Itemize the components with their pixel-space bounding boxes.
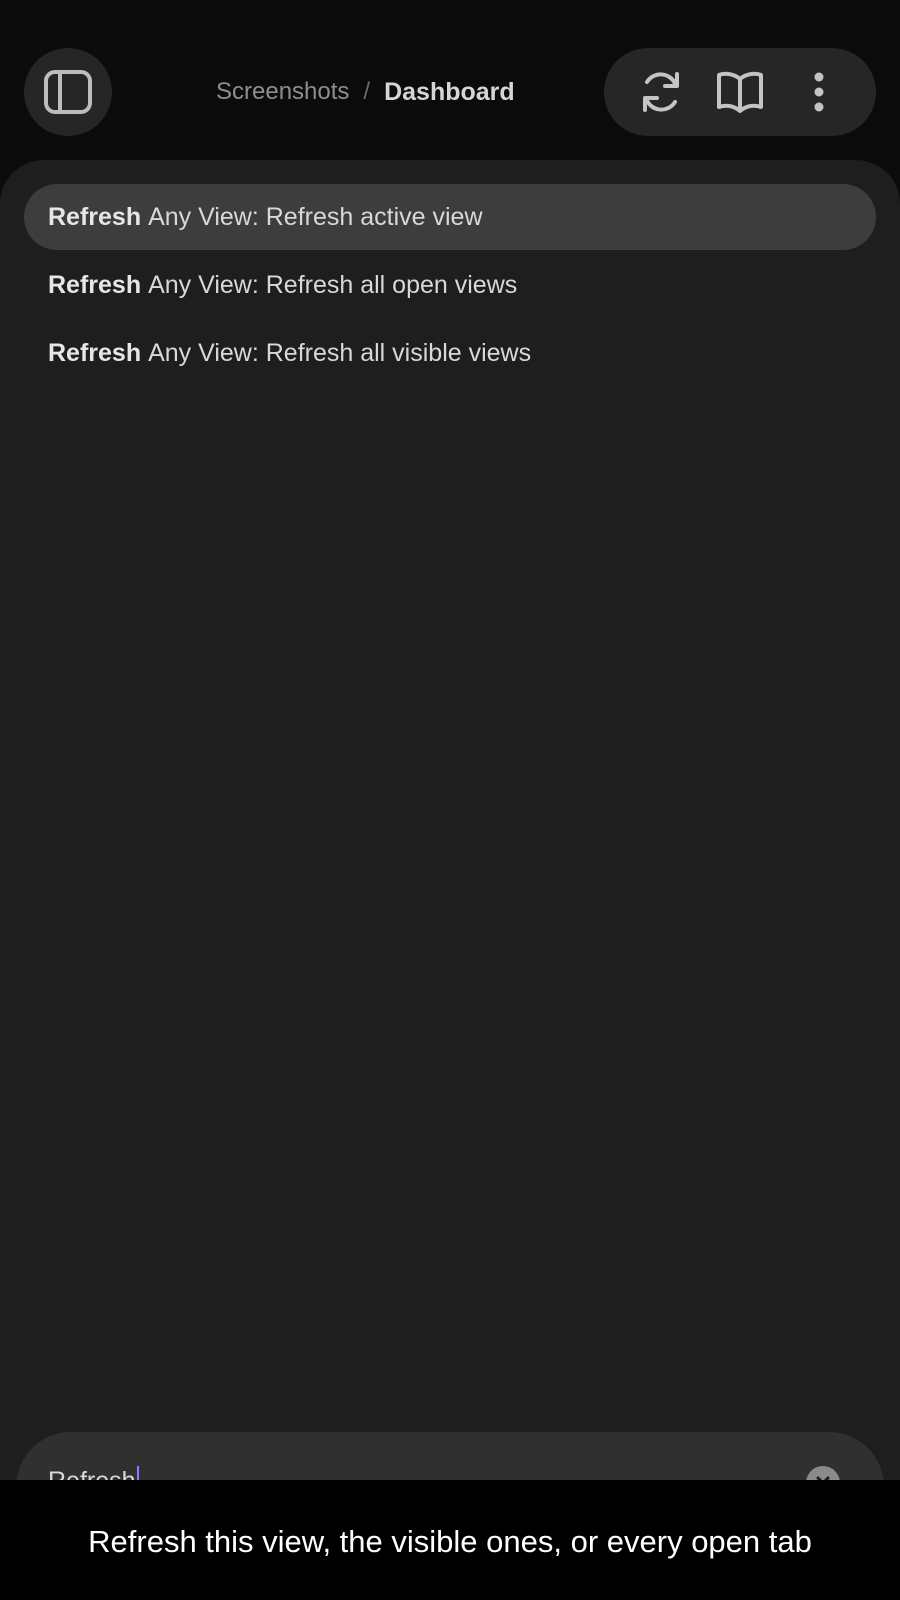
book-open-icon <box>716 71 763 113</box>
refresh-button[interactable] <box>631 62 691 122</box>
result-label: Any View: Refresh all open views <box>148 270 518 299</box>
more-options-button[interactable] <box>789 62 849 122</box>
sidebar-toggle-icon <box>44 70 92 114</box>
command-result[interactable]: Refresh Any View: Refresh all open views <box>24 252 876 318</box>
page-title: Dashboard <box>384 77 515 106</box>
reading-mode-button[interactable] <box>710 62 770 122</box>
more-vertical-icon <box>814 72 824 112</box>
result-label: Any View: Refresh active view <box>148 202 483 231</box>
command-result[interactable]: Refresh Any View: Refresh active view <box>24 184 876 250</box>
result-match-text: Refresh <box>48 202 142 231</box>
command-results-list: Refresh Any View: Refresh active view Re… <box>24 184 876 388</box>
command-result[interactable]: Refresh Any View: Refresh all visible vi… <box>24 320 876 386</box>
result-match-text: Refresh <box>48 270 142 299</box>
refresh-icon <box>643 72 680 112</box>
sidebar-toggle-button[interactable] <box>24 48 112 136</box>
result-label: Any View: Refresh all visible views <box>148 338 532 367</box>
breadcrumb-separator: / <box>363 78 371 105</box>
breadcrumb-parent[interactable]: Screenshots <box>216 78 349 106</box>
header-actions <box>604 48 876 136</box>
app-screen: Screenshots / Dashboard Refresh Any View… <box>0 0 900 1600</box>
caption-banner: Refresh this view, the visible ones, or … <box>0 1480 900 1600</box>
caption-text: Refresh this view, the visible ones, or … <box>88 1524 812 1559</box>
result-match-text: Refresh <box>48 338 142 367</box>
breadcrumb: Screenshots / Dashboard <box>216 74 515 110</box>
